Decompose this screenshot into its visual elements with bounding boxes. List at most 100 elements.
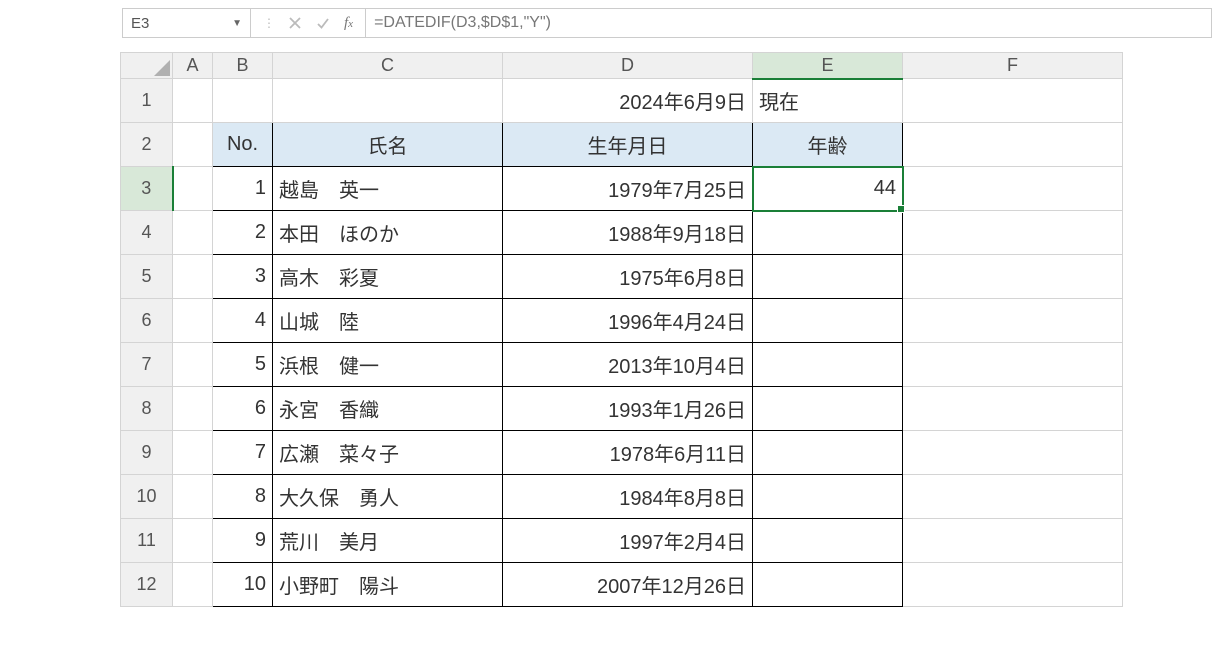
cell-date-label[interactable]: 現在 bbox=[753, 79, 903, 123]
cell-name[interactable]: 高木 彩夏 bbox=[273, 255, 503, 299]
row-header[interactable]: 1 bbox=[121, 79, 173, 123]
cell-age[interactable] bbox=[753, 211, 903, 255]
row-header[interactable]: 4 bbox=[121, 211, 173, 255]
spreadsheet-grid[interactable]: A B C D E F 1 2024年6月9日 現在 2 bbox=[120, 52, 1123, 607]
cell[interactable] bbox=[173, 299, 213, 343]
cell-no[interactable]: 5 bbox=[213, 343, 273, 387]
cell-no[interactable]: 6 bbox=[213, 387, 273, 431]
formula-input[interactable]: =DATEDIF(D3,$D$1,"Y") bbox=[366, 9, 1211, 37]
fx-icon[interactable]: fx bbox=[344, 15, 353, 32]
cell[interactable] bbox=[273, 79, 503, 123]
cell-age[interactable] bbox=[753, 563, 903, 607]
cell-no[interactable]: 2 bbox=[213, 211, 273, 255]
row-header[interactable]: 12 bbox=[121, 563, 173, 607]
cell-name[interactable]: 本田 ほのか bbox=[273, 211, 503, 255]
cell[interactable] bbox=[903, 343, 1123, 387]
cell[interactable] bbox=[173, 431, 213, 475]
col-header-B[interactable]: B bbox=[213, 53, 273, 79]
cell-dob[interactable]: 2013年10月4日 bbox=[503, 343, 753, 387]
cell[interactable] bbox=[173, 211, 213, 255]
col-header-C[interactable]: C bbox=[273, 53, 503, 79]
cell-name[interactable]: 浜根 健一 bbox=[273, 343, 503, 387]
cell-no[interactable]: 8 bbox=[213, 475, 273, 519]
cell[interactable] bbox=[903, 563, 1123, 607]
cell-dob[interactable]: 1979年7月25日 bbox=[503, 167, 753, 211]
cell[interactable] bbox=[903, 255, 1123, 299]
col-header-D[interactable]: D bbox=[503, 53, 753, 79]
row-header[interactable]: 7 bbox=[121, 343, 173, 387]
cell[interactable] bbox=[903, 519, 1123, 563]
cell[interactable] bbox=[903, 211, 1123, 255]
cancel-icon[interactable] bbox=[288, 16, 302, 30]
cell-dob[interactable]: 1993年1月26日 bbox=[503, 387, 753, 431]
col-header-F[interactable]: F bbox=[903, 53, 1123, 79]
row-header[interactable]: 3 bbox=[121, 167, 173, 211]
cell[interactable] bbox=[213, 79, 273, 123]
cell-no[interactable]: 9 bbox=[213, 519, 273, 563]
row-header[interactable]: 5 bbox=[121, 255, 173, 299]
row-header[interactable]: 9 bbox=[121, 431, 173, 475]
cell[interactable] bbox=[173, 519, 213, 563]
cell[interactable] bbox=[903, 431, 1123, 475]
cell-dob[interactable]: 1988年9月18日 bbox=[503, 211, 753, 255]
cell[interactable] bbox=[903, 123, 1123, 167]
cell-name[interactable]: 荒川 美月 bbox=[273, 519, 503, 563]
column-header-row: A B C D E F bbox=[121, 53, 1123, 79]
cell-date[interactable]: 2024年6月9日 bbox=[503, 79, 753, 123]
cell-name[interactable]: 山城 陸 bbox=[273, 299, 503, 343]
cell-age[interactable] bbox=[753, 475, 903, 519]
cell[interactable] bbox=[173, 123, 213, 167]
cell-dob[interactable]: 1978年6月11日 bbox=[503, 431, 753, 475]
cell-name[interactable]: 小野町 陽斗 bbox=[273, 563, 503, 607]
grid-row: 4 2 本田 ほのか 1988年9月18日 bbox=[121, 211, 1123, 255]
cell[interactable] bbox=[903, 167, 1123, 211]
cell-name[interactable]: 越島 英一 bbox=[273, 167, 503, 211]
col-header-A[interactable]: A bbox=[173, 53, 213, 79]
cell[interactable] bbox=[173, 343, 213, 387]
cell-no[interactable]: 10 bbox=[213, 563, 273, 607]
cell-age[interactable] bbox=[753, 519, 903, 563]
cell[interactable] bbox=[173, 255, 213, 299]
name-box[interactable]: E3 ▼ bbox=[123, 9, 251, 37]
cell[interactable] bbox=[903, 299, 1123, 343]
cell[interactable] bbox=[173, 167, 213, 211]
cell-age[interactable] bbox=[753, 299, 903, 343]
cell-no[interactable]: 4 bbox=[213, 299, 273, 343]
cell-age-active[interactable]: 44 bbox=[753, 167, 903, 211]
cell-name[interactable]: 広瀬 菜々子 bbox=[273, 431, 503, 475]
cell[interactable] bbox=[173, 79, 213, 123]
row-header[interactable]: 6 bbox=[121, 299, 173, 343]
cell-age[interactable] bbox=[753, 255, 903, 299]
cell-age[interactable] bbox=[753, 387, 903, 431]
cell-no[interactable]: 3 bbox=[213, 255, 273, 299]
cell-age[interactable] bbox=[753, 431, 903, 475]
table-header-name[interactable]: 氏名 bbox=[273, 123, 503, 167]
cell-name[interactable]: 大久保 勇人 bbox=[273, 475, 503, 519]
cell-dob[interactable]: 1997年2月4日 bbox=[503, 519, 753, 563]
cell[interactable] bbox=[173, 387, 213, 431]
cell[interactable] bbox=[173, 475, 213, 519]
col-header-E[interactable]: E bbox=[753, 53, 903, 79]
cell[interactable] bbox=[173, 563, 213, 607]
enter-icon[interactable] bbox=[316, 16, 330, 30]
row-header[interactable]: 10 bbox=[121, 475, 173, 519]
table-header-age[interactable]: 年齢 bbox=[753, 123, 903, 167]
cell[interactable] bbox=[903, 79, 1123, 123]
row-header[interactable]: 2 bbox=[121, 123, 173, 167]
row-header[interactable]: 11 bbox=[121, 519, 173, 563]
cell-no[interactable]: 7 bbox=[213, 431, 273, 475]
cell[interactable] bbox=[903, 475, 1123, 519]
cell-dob[interactable]: 1975年6月8日 bbox=[503, 255, 753, 299]
cell-name[interactable]: 永宮 香織 bbox=[273, 387, 503, 431]
cell-dob[interactable]: 1984年8月8日 bbox=[503, 475, 753, 519]
cell-dob[interactable]: 2007年12月26日 bbox=[503, 563, 753, 607]
table-header-dob[interactable]: 生年月日 bbox=[503, 123, 753, 167]
cell-dob[interactable]: 1996年4月24日 bbox=[503, 299, 753, 343]
cell-age[interactable] bbox=[753, 343, 903, 387]
cell-no[interactable]: 1 bbox=[213, 167, 273, 211]
dropdown-icon[interactable]: ▼ bbox=[232, 18, 242, 29]
table-header-no[interactable]: No. bbox=[213, 123, 273, 167]
cell[interactable] bbox=[903, 387, 1123, 431]
row-header[interactable]: 8 bbox=[121, 387, 173, 431]
select-all-corner[interactable] bbox=[121, 53, 173, 79]
